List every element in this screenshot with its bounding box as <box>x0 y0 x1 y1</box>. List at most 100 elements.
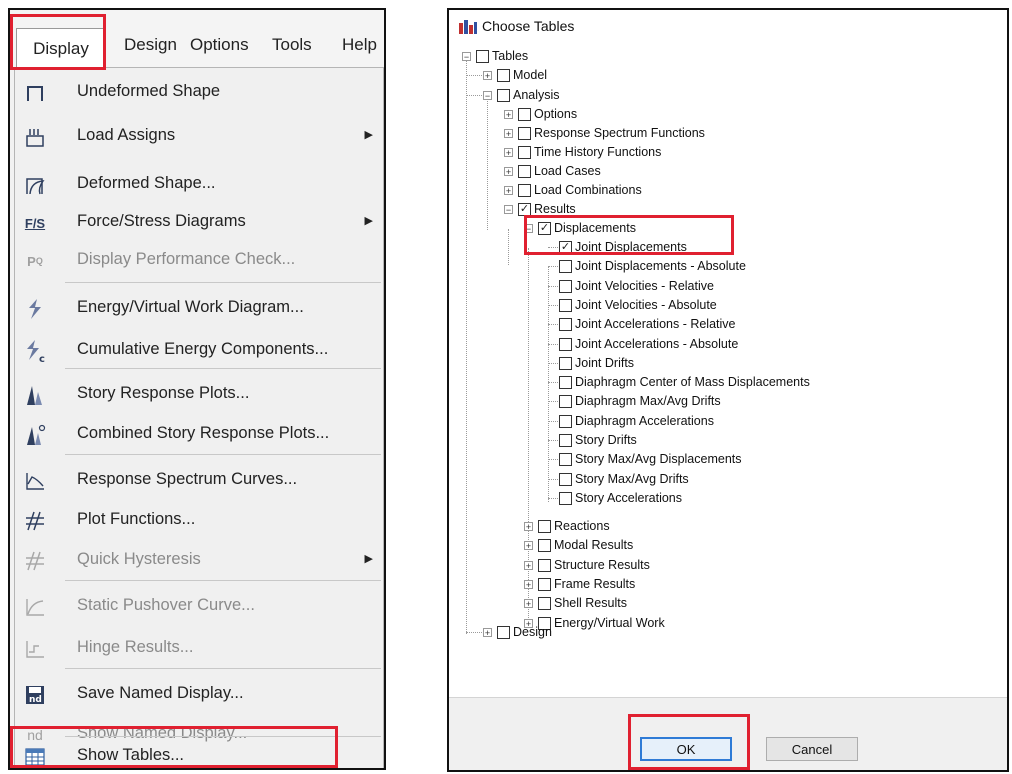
checkbox[interactable] <box>559 279 572 293</box>
tree-node-result-group[interactable]: + Frame Results <box>449 575 1007 593</box>
tree-node-displacement-item[interactable]: Diaphragm Accelerations <box>449 412 1007 430</box>
menu-item-energy-diagram[interactable]: Energy/Virtual Work Diagram... <box>15 288 383 328</box>
checkbox-checked[interactable]: ✓ <box>559 241 572 254</box>
menu-options[interactable]: Options <box>190 35 249 55</box>
checkbox[interactable] <box>518 165 531 178</box>
menu-item-deformed-shape[interactable]: Deformed Shape... <box>15 164 383 204</box>
collapse-icon[interactable]: − <box>483 91 492 101</box>
menu-item-quick-hysteresis[interactable]: Quick Hysteresis ▶ <box>15 540 383 580</box>
expand-icon[interactable]: + <box>483 628 492 638</box>
menu-separator <box>65 368 381 369</box>
checkbox[interactable] <box>497 89 510 102</box>
checkbox[interactable] <box>559 395 572 409</box>
tree-node-response-spectrum[interactable]: + Response Spectrum Functions <box>449 124 1007 142</box>
checkbox-checked[interactable]: ✓ <box>538 222 551 235</box>
collapse-icon[interactable]: − <box>462 52 471 62</box>
tree-node-displacement-item[interactable]: Joint Accelerations - Relative <box>449 315 1007 333</box>
menu-item-force-stress[interactable]: F/S Force/Stress Diagrams ▶ <box>15 202 383 242</box>
tree-node-displacement-item[interactable]: Story Accelerations <box>449 489 1007 507</box>
menu-design[interactable]: Design <box>124 35 177 55</box>
tree-node-tables[interactable]: − Tables <box>449 47 1007 65</box>
checkbox[interactable] <box>538 558 551 572</box>
menu-item-response-spectrum[interactable]: Response Spectrum Curves... <box>15 460 383 500</box>
expand-icon[interactable]: + <box>483 71 492 81</box>
tree-node-displacements[interactable]: − ✓ Displacements <box>449 219 1007 237</box>
menu-item-display-performance-check[interactable]: PQ Display Performance Check... <box>15 240 383 280</box>
tree-node-displacement-item[interactable]: Diaphragm Max/Avg Drifts <box>449 392 1007 410</box>
checkbox[interactable] <box>559 491 572 505</box>
tree-node-displacement-item[interactable]: Diaphragm Center of Mass Displacements <box>449 373 1007 391</box>
collapse-icon[interactable]: − <box>504 205 513 215</box>
menu-item-combined-story-response[interactable]: Combined Story Response Plots... <box>15 414 383 454</box>
tree-node-load-combinations[interactable]: + Load Combinations <box>449 181 1007 199</box>
menu-item-show-tables[interactable]: Show Tables... <box>15 736 383 768</box>
checkbox[interactable] <box>538 520 551 533</box>
checkbox[interactable] <box>559 318 572 332</box>
tree-node-displacement-item[interactable]: Joint Accelerations - Absolute <box>449 335 1007 353</box>
menu-item-save-named-display[interactable]: nd Save Named Display... <box>15 674 383 714</box>
checkbox[interactable] <box>559 472 572 486</box>
expand-icon[interactable]: + <box>524 579 533 589</box>
menu-item-load-assigns[interactable]: Load Assigns ▶ <box>15 116 383 156</box>
checkbox[interactable] <box>497 626 510 639</box>
menu-item-plot-functions[interactable]: Plot Functions... <box>15 500 383 540</box>
expand-icon[interactable]: + <box>524 541 533 551</box>
expand-icon[interactable]: + <box>524 560 533 570</box>
menu-item-cumulative-energy[interactable]: c Cumulative Energy Components... <box>15 330 383 370</box>
menu-item-undeformed-shape[interactable]: Undeformed Shape <box>15 72 383 112</box>
checkbox[interactable] <box>559 298 572 312</box>
expand-icon[interactable]: + <box>504 186 513 196</box>
tree-node-displacement-item[interactable]: Joint Drifts <box>449 354 1007 372</box>
menu-tools[interactable]: Tools <box>272 35 312 55</box>
checkbox[interactable] <box>538 577 551 591</box>
checkbox[interactable] <box>476 50 489 63</box>
checkbox[interactable] <box>538 597 551 611</box>
tree-node-time-history[interactable]: + Time History Functions <box>449 143 1007 161</box>
tree-node-displacement-item[interactable]: Story Max/Avg Drifts <box>449 470 1007 488</box>
checkbox[interactable] <box>559 260 572 274</box>
menu-display[interactable]: Display <box>16 28 106 68</box>
expand-icon[interactable]: + <box>504 148 513 158</box>
menu-item-story-response[interactable]: Story Response Plots... <box>15 374 383 414</box>
checkbox[interactable] <box>559 376 572 390</box>
tree-node-displacement-item[interactable]: Joint Velocities - Absolute <box>449 296 1007 314</box>
tree-node-analysis[interactable]: − Analysis <box>449 86 1007 104</box>
tree-node-displacement-item[interactable]: Story Drifts <box>449 431 1007 449</box>
checkbox[interactable] <box>497 69 510 82</box>
tree-node-result-group[interactable]: + Reactions <box>449 517 1007 535</box>
expand-icon[interactable]: + <box>504 129 513 139</box>
tree-node-result-group[interactable]: + Modal Results <box>449 536 1007 554</box>
tree-node-options[interactable]: + Options <box>449 105 1007 123</box>
collapse-icon[interactable]: − <box>524 224 533 234</box>
tree-node-result-group[interactable]: + Structure Results <box>449 556 1007 574</box>
tree-node-model[interactable]: + Model <box>449 66 1007 84</box>
checkbox[interactable] <box>518 127 531 140</box>
checkbox[interactable] <box>518 146 531 159</box>
checkbox[interactable] <box>559 356 572 370</box>
checkbox[interactable] <box>518 184 531 197</box>
menu-help[interactable]: Help <box>342 35 377 55</box>
expand-icon[interactable]: + <box>504 167 513 177</box>
checkbox[interactable] <box>559 337 572 351</box>
tree-node-displacement-item[interactable]: ✓ Joint Displacements <box>449 238 1007 256</box>
tree-node-load-cases[interactable]: + Load Cases <box>449 162 1007 180</box>
checkbox[interactable] <box>559 453 572 467</box>
expand-icon[interactable]: + <box>524 522 533 532</box>
tree-node-results[interactable]: − ✓ Results <box>449 200 1007 218</box>
menu-item-static-pushover[interactable]: Static Pushover Curve... <box>15 586 383 626</box>
checkbox[interactable] <box>538 539 551 553</box>
menu-item-hinge-results[interactable]: Hinge Results... <box>15 628 383 668</box>
tree-node-displacement-item[interactable]: Joint Velocities - Relative <box>449 277 1007 295</box>
checkbox[interactable] <box>559 434 572 447</box>
checkbox[interactable] <box>559 414 572 428</box>
cancel-button[interactable]: Cancel <box>766 737 858 761</box>
tree-node-displacement-item[interactable]: Story Max/Avg Displacements <box>449 450 1007 468</box>
tree-node-result-group[interactable]: + Shell Results <box>449 594 1007 612</box>
expand-icon[interactable]: + <box>504 110 513 120</box>
tree-node-design[interactable]: + Design <box>449 623 1007 641</box>
tree-node-displacement-item[interactable]: Joint Displacements - Absolute <box>449 257 1007 275</box>
expand-icon[interactable]: + <box>524 599 533 609</box>
checkbox[interactable] <box>518 108 531 121</box>
ok-button[interactable]: OK <box>640 737 732 761</box>
checkbox-checked[interactable]: ✓ <box>518 203 531 216</box>
